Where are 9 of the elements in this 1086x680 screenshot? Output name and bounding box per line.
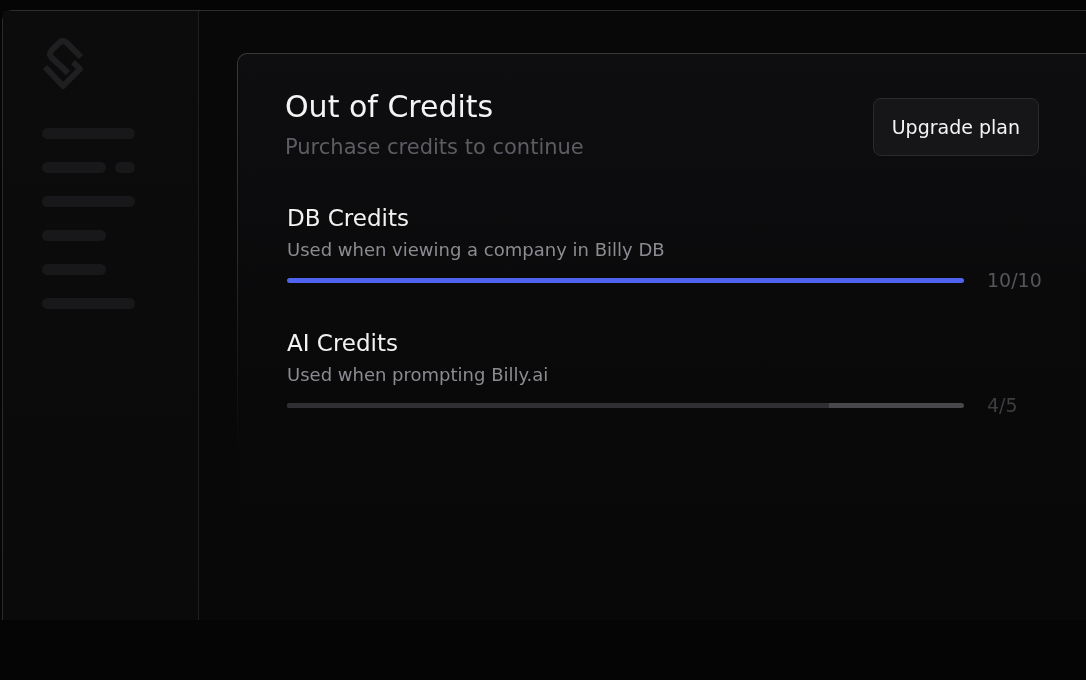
card-title: Out of Credits xyxy=(285,90,495,124)
credit-title: AI Credits xyxy=(287,330,399,356)
card-subtitle: Purchase credits to continue xyxy=(285,135,584,159)
upgrade-plan-button[interactable]: Upgrade plan xyxy=(872,98,1039,156)
usage-count: 10/10 xyxy=(987,269,1043,291)
credit-title: DB Credits xyxy=(287,205,410,231)
credit-description: Used when prompting Billy.ai xyxy=(287,364,550,386)
credit-description: Used when viewing a company in Billy DB xyxy=(287,239,666,261)
usage-count: 4/5 xyxy=(987,394,1019,416)
